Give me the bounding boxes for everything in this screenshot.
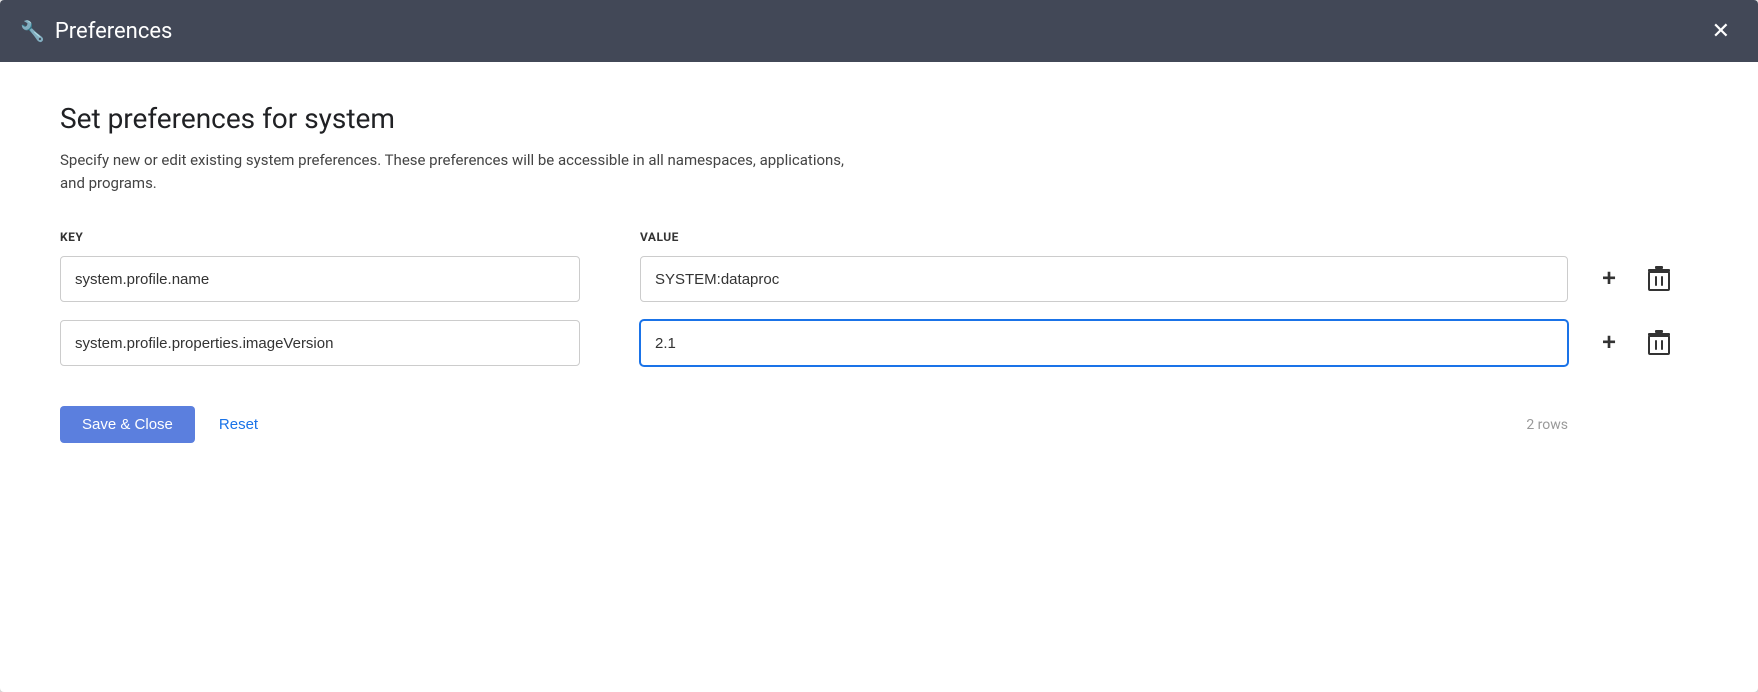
rows-count: 2 rows xyxy=(1526,417,1568,433)
delete-row-button-2[interactable] xyxy=(1644,326,1674,360)
dialog-footer: Save & Close Reset 2 rows xyxy=(60,406,1698,443)
dialog-title: Preferences xyxy=(55,19,172,44)
row-actions-1: + xyxy=(1598,262,1698,296)
delete-row-button-1[interactable] xyxy=(1644,262,1674,296)
add-row-button-2[interactable]: + xyxy=(1598,327,1620,359)
row-actions-2: + xyxy=(1598,326,1698,360)
reset-button[interactable]: Reset xyxy=(219,416,258,433)
wrench-icon: 🔧 xyxy=(20,19,45,43)
dialog-body: Set preferences for system Specify new o… xyxy=(0,62,1758,692)
header-left: 🔧 Preferences xyxy=(20,19,172,44)
close-button[interactable]: ✕ xyxy=(1704,16,1738,46)
trash-icon xyxy=(1648,266,1670,292)
trash-icon xyxy=(1648,330,1670,356)
preferences-dialog: 🔧 Preferences ✕ Set preferences for syst… xyxy=(0,0,1758,692)
save-close-button[interactable]: Save & Close xyxy=(60,406,195,443)
rows-container: + xyxy=(60,256,1698,366)
section-title: Set preferences for system xyxy=(60,102,1698,135)
key-input-2[interactable] xyxy=(60,320,580,366)
columns-header: KEY VALUE xyxy=(60,230,1698,244)
key-column-header: KEY xyxy=(60,230,580,244)
plus-icon: + xyxy=(1602,267,1616,291)
plus-icon: + xyxy=(1602,331,1616,355)
dialog-header: 🔧 Preferences ✕ xyxy=(0,0,1758,62)
footer-left: Save & Close Reset xyxy=(60,406,258,443)
table-row: + xyxy=(60,256,1698,302)
section-description: Specify new or edit existing system pref… xyxy=(60,149,860,194)
value-input-2[interactable] xyxy=(640,320,1568,366)
key-input-1[interactable] xyxy=(60,256,580,302)
table-row: + xyxy=(60,320,1698,366)
value-column-header: VALUE xyxy=(640,230,1698,244)
value-input-1[interactable] xyxy=(640,256,1568,302)
add-row-button-1[interactable]: + xyxy=(1598,263,1620,295)
